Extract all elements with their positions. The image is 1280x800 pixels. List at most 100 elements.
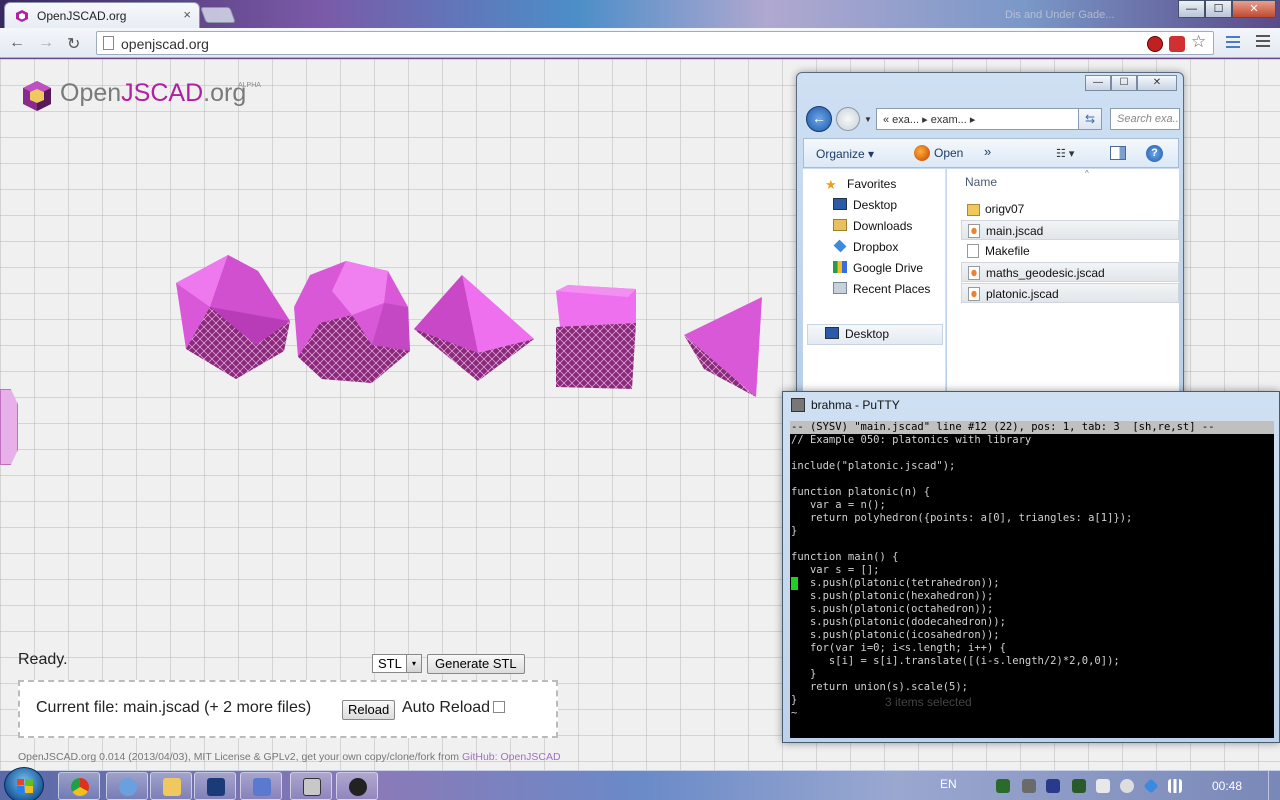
auto-reload-checkbox[interactable] (493, 701, 505, 713)
file-row-platonic[interactable]: platonic.jscad (961, 283, 1179, 303)
tray-usb-icon[interactable] (1096, 779, 1110, 793)
taskbar-app[interactable] (194, 772, 236, 800)
chrome-menu-icon[interactable] (1256, 35, 1270, 50)
terminal-line: include("platonic.jscad"); (791, 460, 956, 472)
name-column-header[interactable]: Name (965, 175, 997, 189)
jscad-file-icon (968, 224, 980, 238)
show-desktop-button[interactable] (1268, 771, 1280, 800)
file-icon (967, 244, 979, 258)
explorer-close-button[interactable]: ✕ (1137, 75, 1177, 91)
terminal-line: } (791, 694, 798, 706)
explorer-back-icon[interactable]: ← (806, 106, 832, 132)
minimize-button[interactable]: — (1178, 0, 1205, 18)
address-bar[interactable]: openjscad.org ☆ (96, 31, 1214, 55)
nav-desktop-root[interactable]: Desktop (825, 327, 889, 341)
clock[interactable]: 00:48 (1212, 779, 1242, 793)
reload-button[interactable]: Reload (342, 700, 396, 720)
virtualbox-icon (253, 778, 271, 796)
tray-volume-icon[interactable] (1120, 779, 1134, 793)
taskbar-bug[interactable] (336, 772, 378, 800)
terminal[interactable]: -- (SYSV) "main.jscad" line #12 (22), po… (790, 421, 1274, 738)
footer-text: OpenJSCAD.org 0.014 (2013/04/03), MIT Li… (18, 751, 462, 763)
github-link[interactable]: GitHub: OpenJSCAD (462, 751, 561, 763)
file-row-main-jscad[interactable]: main.jscad (961, 220, 1179, 240)
nav-dropbox[interactable]: Dropbox (833, 239, 898, 254)
tray-signal-icon[interactable] (1168, 779, 1182, 793)
bookmark-star-icon[interactable]: ☆ (1191, 32, 1206, 52)
explorer-address-bar[interactable]: « exa... ▸ exam... ▸ (876, 108, 1101, 130)
file-row-maths-geodesic[interactable]: maths_geodesic.jscad (961, 262, 1179, 282)
rendered-platonic-solids[interactable] (0, 59, 800, 419)
icosahedron-shape (176, 255, 290, 379)
nav-downloads[interactable]: Downloads (833, 219, 912, 233)
nav-recent-places[interactable]: Recent Places (833, 282, 930, 296)
terminal-line: return polyhedron({points: a[0], triangl… (791, 512, 1133, 524)
stop-icon[interactable] (1147, 36, 1163, 52)
change-view-button[interactable]: ☷ ▾ (1056, 147, 1074, 160)
open-button[interactable]: Open (934, 146, 963, 160)
abp-icon[interactable] (1169, 36, 1185, 52)
file-row-origv07[interactable]: origv07 (961, 199, 1179, 219)
explorer-forward-icon[interactable] (836, 107, 860, 131)
editor-side-tab[interactable] (0, 389, 18, 465)
footer: OpenJSCAD.org 0.014 (2013/04/03), MIT Li… (18, 751, 561, 763)
tray-app-icon[interactable] (996, 779, 1010, 793)
reload-icon[interactable]: ↻ (67, 34, 80, 54)
dropdown-arrow-icon[interactable]: ▾ (406, 655, 421, 672)
tab-close-icon[interactable]: × (183, 7, 191, 22)
forward-arrow-icon[interactable]: → (38, 34, 54, 52)
page-action-icon[interactable] (1226, 36, 1240, 48)
organize-menu[interactable]: Organize ▾ (816, 147, 874, 161)
language-indicator[interactable]: EN (940, 777, 957, 791)
page-icon (103, 36, 114, 50)
tray-shield-icon[interactable] (1072, 779, 1086, 793)
nav-desktop[interactable]: Desktop (833, 198, 897, 212)
current-file-text: Current file: main.jscad (+ 2 more files… (36, 699, 312, 716)
taskbar-putty[interactable] (290, 772, 332, 800)
explorer-refresh-icon[interactable]: ⇆ (1078, 108, 1102, 130)
tray-network-icon[interactable] (1022, 779, 1036, 793)
tray-dropbox-icon[interactable] (1143, 778, 1159, 794)
explorer-search-input[interactable]: Search exa... (1110, 108, 1180, 130)
openjscad-favicon-icon (16, 10, 28, 22)
taskbar-network[interactable] (106, 772, 148, 800)
file-drop-box[interactable]: Current file: main.jscad (+ 2 more files… (18, 680, 558, 738)
explorer-maximize-button[interactable]: ☐ (1111, 75, 1137, 91)
maximize-button[interactable]: ☐ (1205, 0, 1232, 18)
format-select[interactable]: STL ▾ (372, 654, 422, 673)
help-icon[interactable]: ? (1146, 145, 1163, 162)
start-button[interactable] (4, 767, 44, 800)
generate-stl-button[interactable]: Generate STL (427, 654, 525, 674)
recent-places-icon (833, 282, 847, 294)
new-tab-button[interactable] (200, 7, 236, 23)
tray-monitor-icon[interactable] (1046, 779, 1060, 793)
network-icon (119, 778, 137, 796)
chrome-icon (71, 778, 89, 796)
terminal-line: s[i] = s[i].translate([(i-s.length/2)*2,… (791, 655, 1120, 667)
terminal-line: // Example 050: platonics with library (791, 434, 1032, 446)
terminal-line: function main() { (791, 551, 899, 563)
status-text: Ready. (18, 651, 68, 668)
tetrahedron-shape (684, 297, 762, 397)
terminal-lines: // Example 050: platonics with library in… (790, 434, 1274, 720)
browser-tab[interactable]: OpenJSCAD.org × (4, 2, 200, 28)
close-button[interactable]: ✕ (1232, 0, 1276, 18)
putty-window: brahma - PuTTY -- (SYSV) "main.jscad" li… (782, 391, 1280, 743)
file-row-makefile[interactable]: Makefile (961, 241, 1179, 261)
more-commands-button[interactable]: » (984, 144, 991, 159)
taskbar-explorer[interactable] (150, 772, 192, 800)
editor-status-line: -- (SYSV) "main.jscad" line #12 (22), po… (790, 421, 1274, 434)
taskbar-virtualbox[interactable] (240, 772, 282, 800)
google-drive-icon (833, 261, 847, 273)
url-text[interactable]: openjscad.org (121, 36, 209, 52)
dropbox-icon (833, 239, 847, 253)
taskbar-chrome[interactable] (58, 772, 100, 800)
preview-pane-icon[interactable] (1110, 146, 1126, 160)
history-dropdown-icon[interactable]: ▼ (864, 115, 872, 124)
folder-icon (967, 204, 980, 216)
nav-google-drive[interactable]: Google Drive (833, 261, 923, 275)
nav-favorites[interactable]: ★ Favorites (825, 177, 896, 192)
explorer-minimize-button[interactable]: — (1085, 75, 1111, 91)
back-arrow-icon[interactable]: ← (9, 34, 25, 52)
